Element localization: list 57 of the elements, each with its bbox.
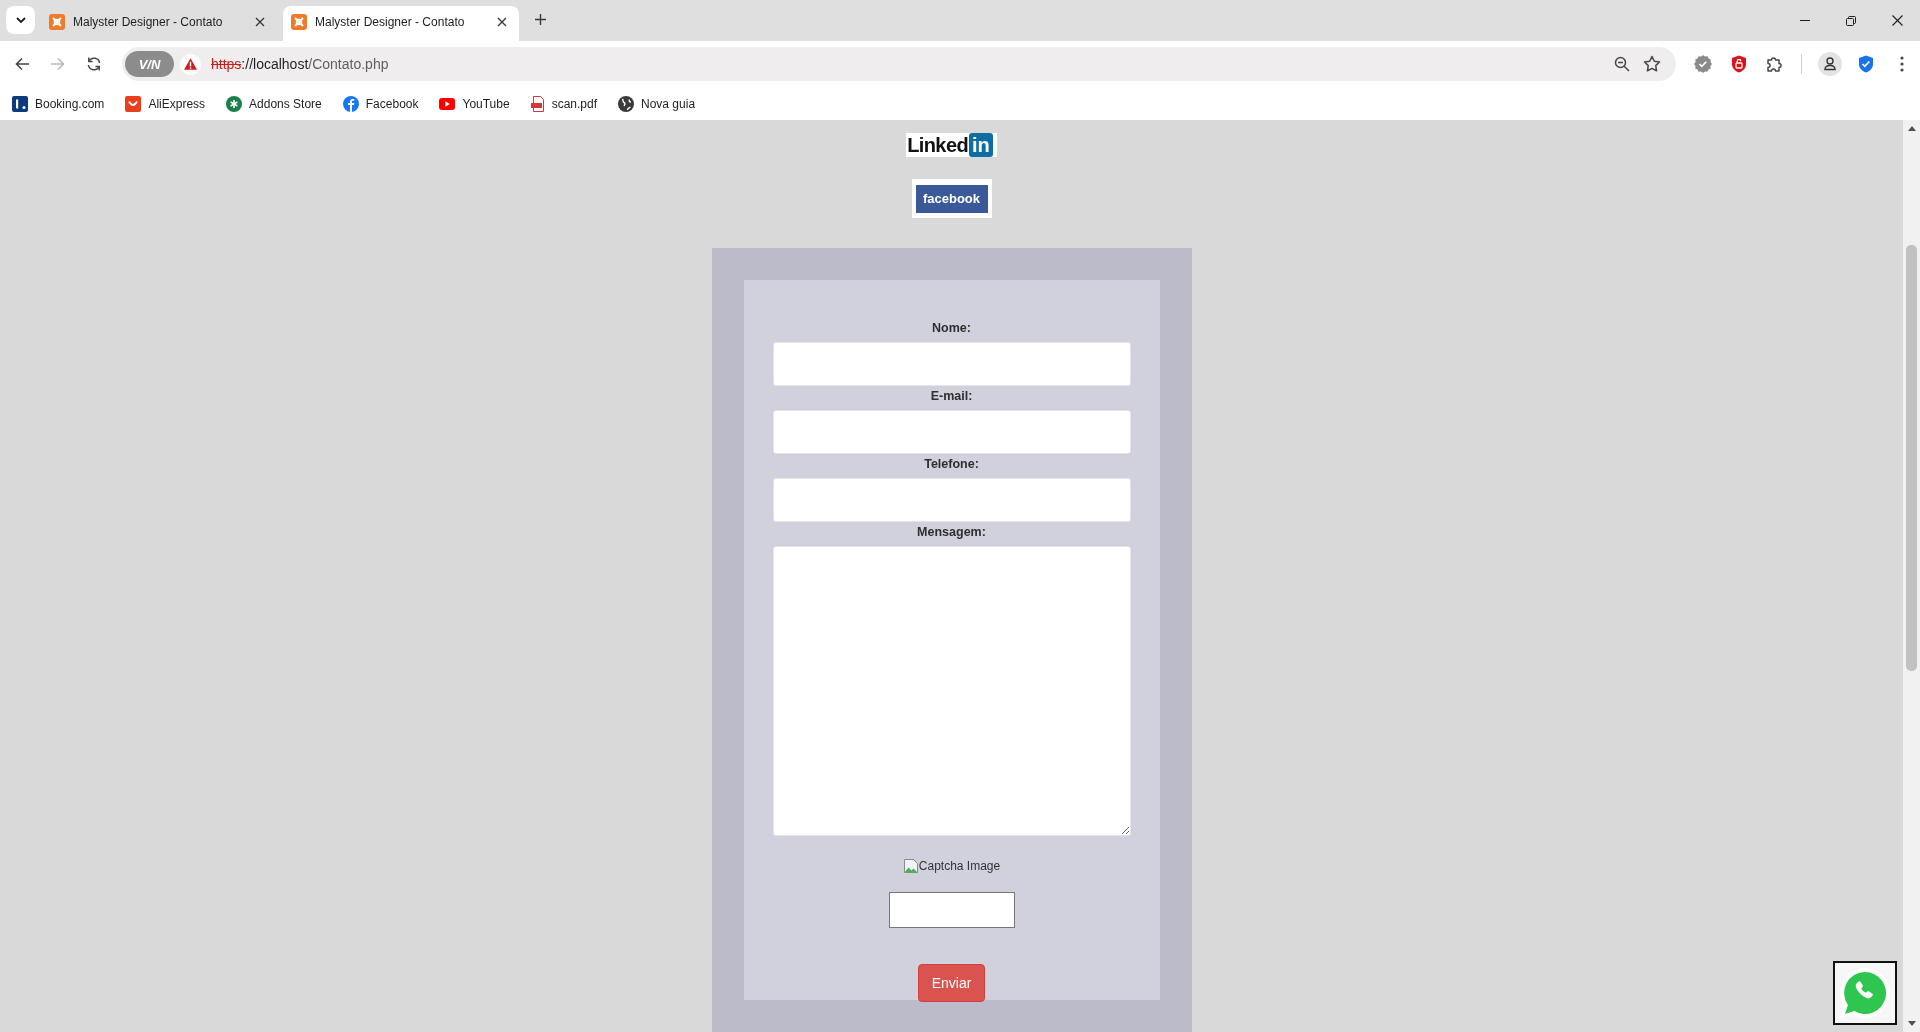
field-label: E-mail: <box>930 388 973 404</box>
field-label: Nome: <box>932 320 971 336</box>
url-text[interactable]: https://localhost/Contato.php <box>211 56 389 72</box>
scrollbar[interactable] <box>1903 120 1920 1032</box>
globe-icon <box>618 95 634 112</box>
bag-icon <box>125 95 142 112</box>
browser-tab[interactable]: Malyster Designer - Contato <box>283 6 519 41</box>
shield-lock-icon[interactable] <box>1731 55 1747 73</box>
message-field[interactable] <box>772 546 1131 836</box>
bookmark-item[interactable]: Addons Store <box>220 90 328 117</box>
submit-button[interactable]: Enviar <box>918 964 985 1002</box>
seal-check-icon[interactable] <box>1694 55 1712 73</box>
bookmark-item[interactable]: Booking.com <box>6 90 111 117</box>
favicon-icon <box>291 14 307 30</box>
favicon-icon <box>49 14 65 30</box>
field-label: Telefone: <box>924 456 979 472</box>
back-arrow-icon[interactable] <box>14 56 30 72</box>
menu-icon[interactable] <box>1900 56 1904 72</box>
scrollbar-thumb[interactable] <box>1906 245 1917 671</box>
address-bar[interactable]: V/N https://localhost/Contato.php <box>122 47 1676 81</box>
close-icon[interactable] <box>497 17 507 27</box>
facebook-logo[interactable]: facebook <box>911 179 992 218</box>
bookmark-item[interactable]: Facebook <box>336 90 425 117</box>
profile-icon[interactable] <box>1818 52 1842 76</box>
broken-image-icon <box>902 858 919 874</box>
bookmark-item[interactable]: AliExpress <box>119 90 212 117</box>
circle-badge-icon <box>226 95 243 112</box>
square-logo-icon <box>12 95 28 112</box>
linkedin-logo[interactable]: Linked in <box>906 133 997 157</box>
pdf-file-icon <box>530 95 545 112</box>
circle-logo-icon <box>342 95 359 112</box>
star-icon[interactable] <box>1643 55 1661 73</box>
scroll-down-icon[interactable] <box>1907 1021 1916 1026</box>
play-icon <box>439 97 456 110</box>
bookmark-item[interactable]: scan.pdf <box>524 90 603 117</box>
field-label: Mensagem: <box>917 524 986 540</box>
text-field[interactable] <box>772 410 1131 454</box>
shield-check-icon[interactable] <box>1858 55 1874 73</box>
bookmark-item[interactable]: YouTube <box>433 90 516 117</box>
warning-icon[interactable] <box>180 53 201 75</box>
tab-search-button[interactable] <box>6 6 35 34</box>
chevron-down-icon[interactable] <box>15 16 26 24</box>
text-field[interactable] <box>772 342 1131 386</box>
bookmark-item[interactable]: Nova guia <box>612 90 702 117</box>
text-field[interactable] <box>772 478 1131 522</box>
reload-icon[interactable] <box>86 56 102 72</box>
plus-icon[interactable] <box>535 14 546 25</box>
close-icon[interactable] <box>255 17 265 27</box>
captcha-alt-text: Captcha Image <box>918 858 1001 874</box>
close-icon[interactable] <box>1891 15 1903 26</box>
browser-tab[interactable]: Malyster Designer - Contato <box>41 6 277 41</box>
extensions-icon[interactable] <box>1766 55 1784 73</box>
captcha-input[interactable] <box>888 892 1015 928</box>
scroll-up-icon[interactable] <box>1907 126 1916 131</box>
zoom-out-icon[interactable] <box>1614 56 1630 72</box>
chat-button[interactable] <box>1833 961 1897 1025</box>
restore-icon[interactable] <box>1846 15 1856 26</box>
